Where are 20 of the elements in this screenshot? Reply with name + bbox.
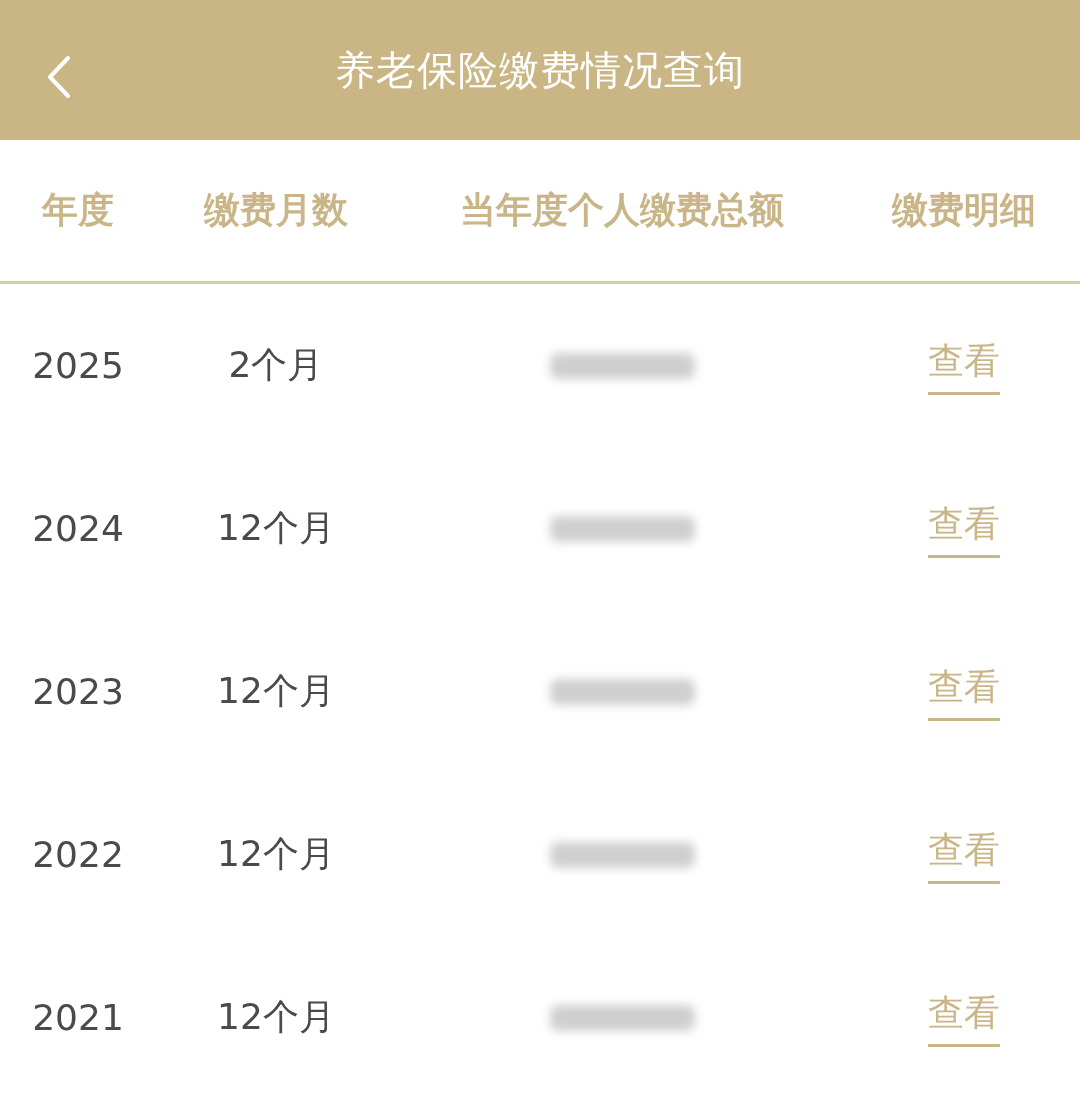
view-link[interactable]: 查看 [928,499,1000,558]
column-header: 缴费月数 [203,188,349,232]
column-header: 缴费明细 [891,188,1037,232]
year-cell-text: 2024 [31,508,125,549]
months-cell-text: 12个月 [216,669,336,713]
column-header: 当年度个人缴费总额 [459,188,785,232]
view-link[interactable]: 查看 [928,825,1000,884]
view-link[interactable]: 查看 [928,662,1000,721]
view-link[interactable]: 查看 [928,336,1000,395]
months-cell-text: 12个月 [216,832,336,876]
months-cell-text: 12个月 [216,995,336,1039]
column-header: 年度 [40,188,115,232]
year-cell-text: 2025 [31,345,125,386]
year-cell-text: 2021 [31,997,125,1038]
year-cell-text: 2023 [31,671,125,712]
months-cell-text: 2个月 [227,343,325,387]
page-title: 养老保险缴费情况查询 [335,45,745,95]
months-cell-text: 12个月 [216,506,336,550]
year-cell-text: 2022 [31,834,125,875]
view-link[interactable]: 查看 [928,988,1000,1047]
